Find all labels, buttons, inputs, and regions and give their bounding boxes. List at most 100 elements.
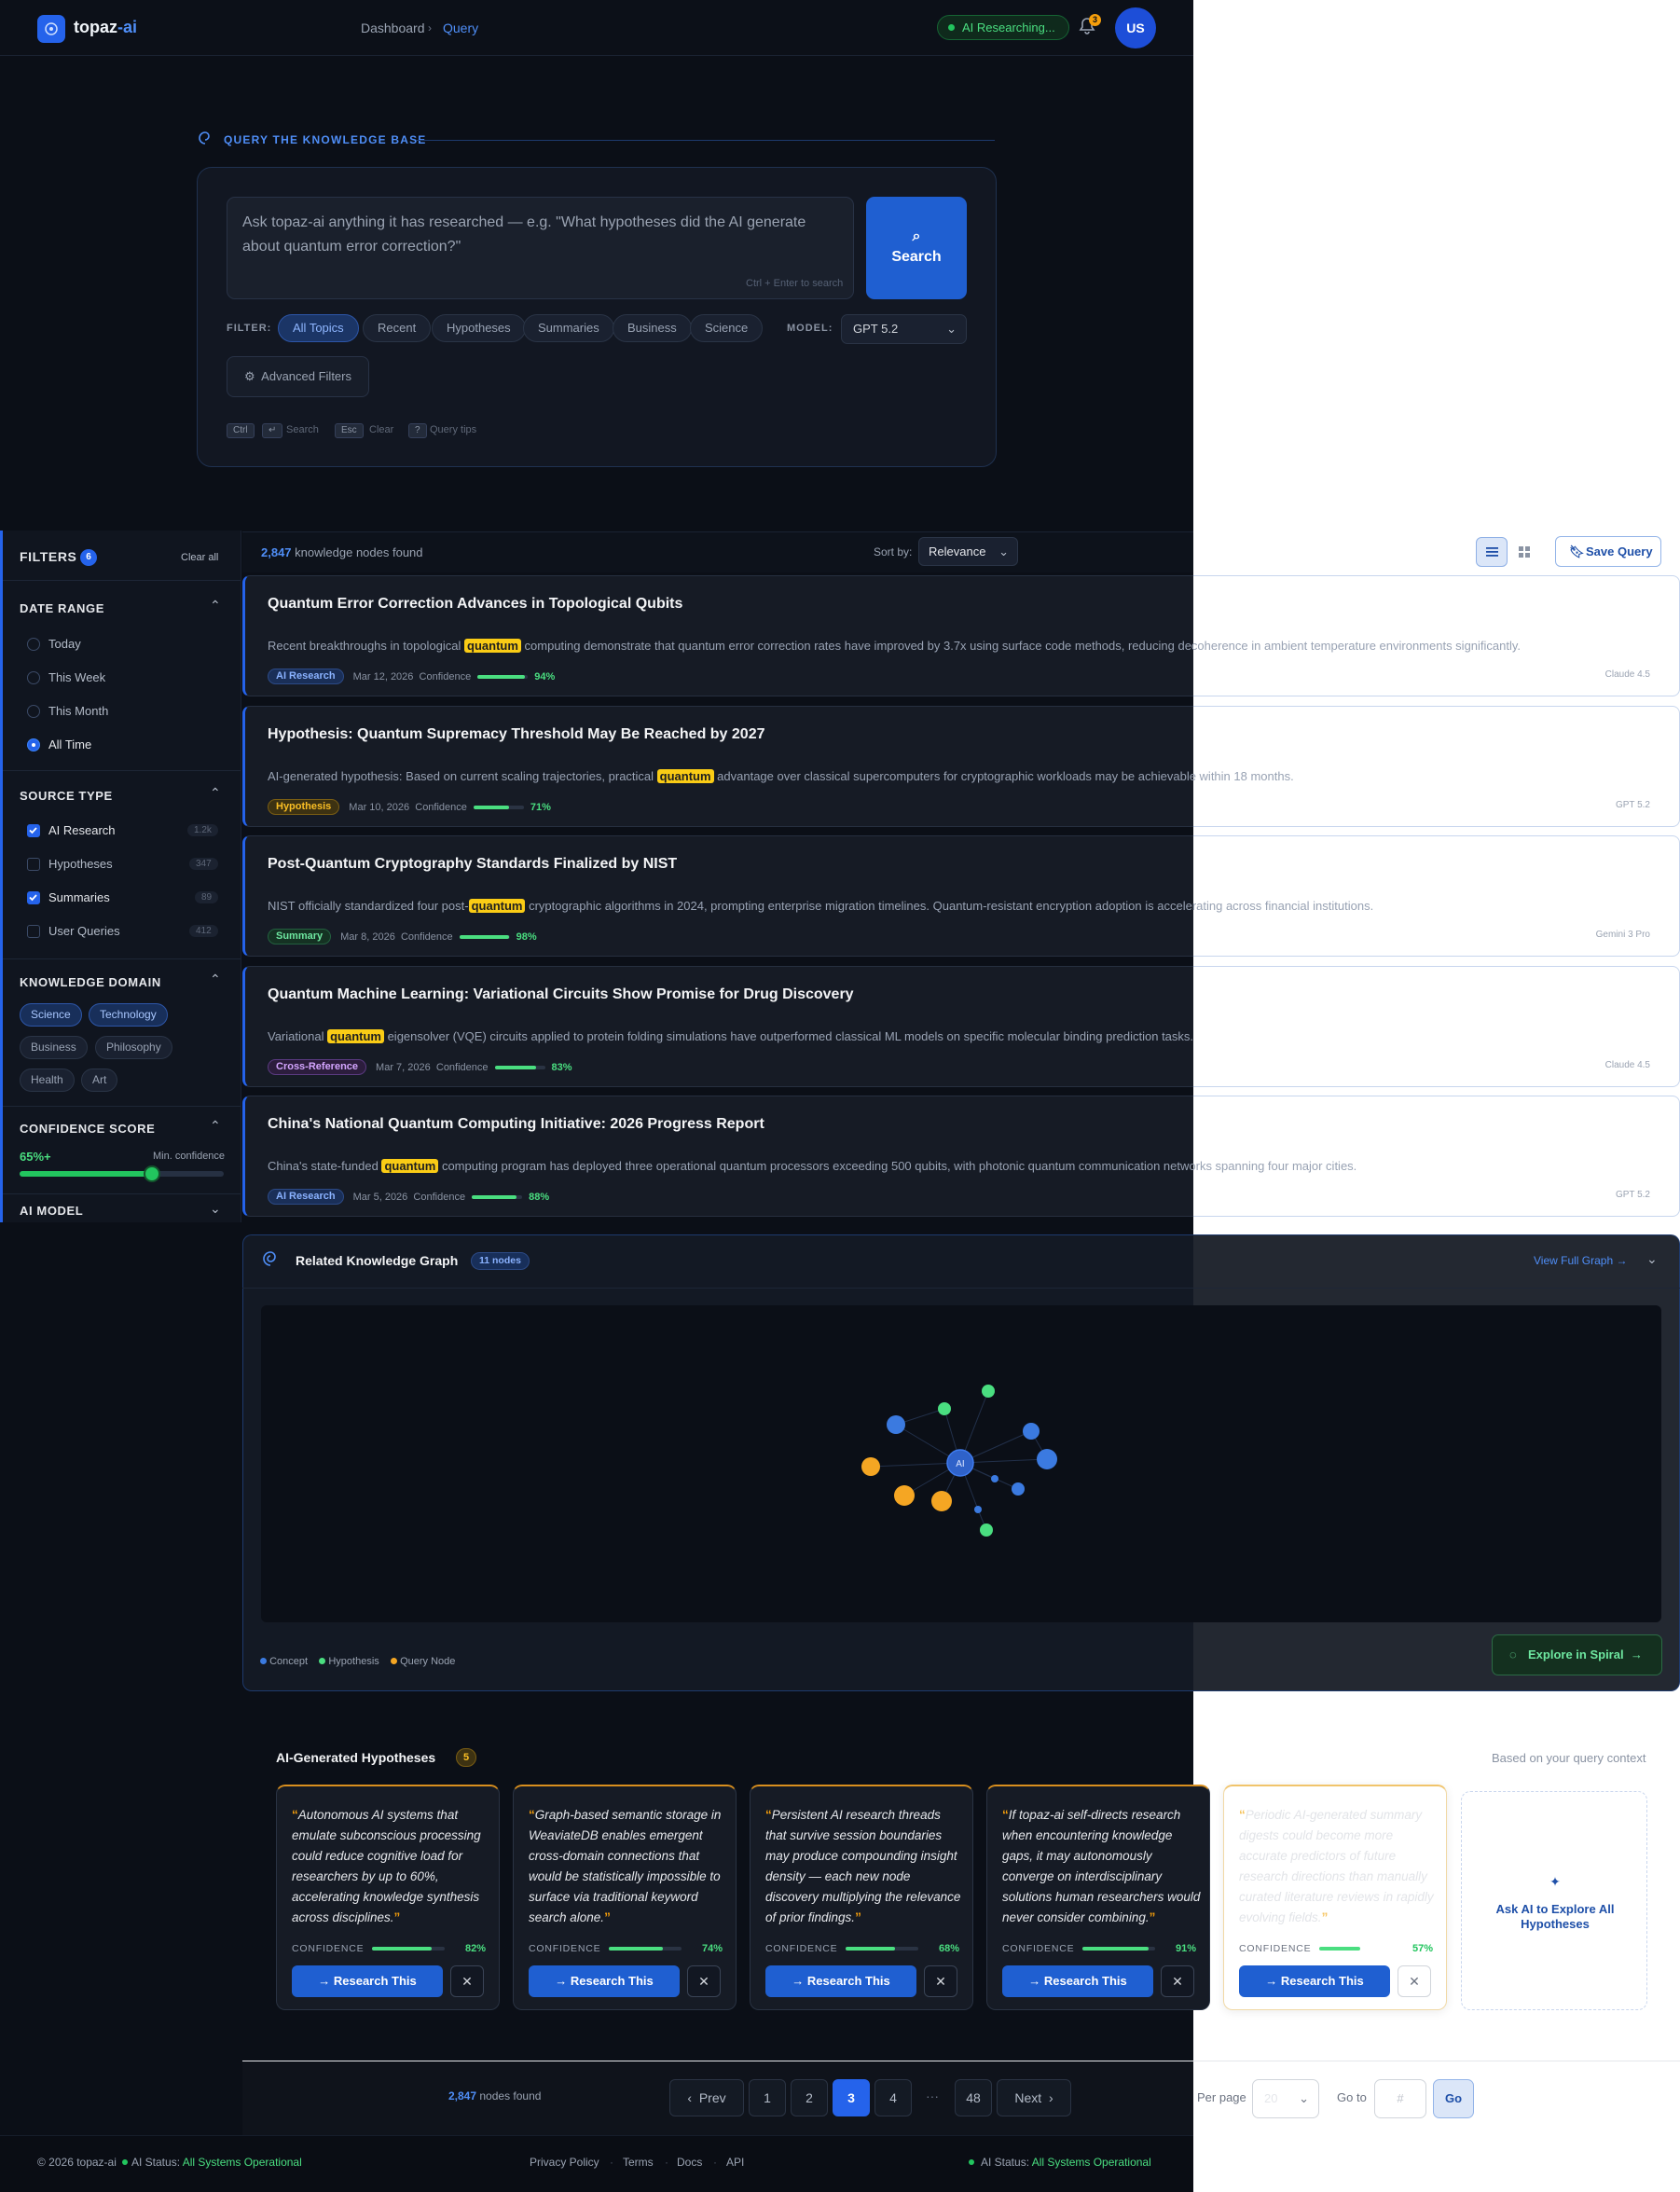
dismiss-icon[interactable]: ✕ bbox=[1398, 1965, 1431, 1997]
chevron-up-icon[interactable]: ⌃ bbox=[210, 785, 221, 801]
research-this-button[interactable]: → Research This bbox=[1002, 1965, 1153, 1997]
radio-this-week[interactable] bbox=[27, 671, 40, 684]
filter-chip-hypotheses[interactable]: Hypotheses bbox=[432, 314, 526, 342]
date-option-this-month[interactable]: This Month bbox=[48, 704, 108, 718]
page-button-1[interactable]: 1 bbox=[749, 2079, 786, 2116]
research-this-button[interactable]: → Research This bbox=[292, 1965, 443, 1997]
graph-node-query[interactable] bbox=[931, 1491, 952, 1511]
graph-node-query[interactable] bbox=[894, 1485, 915, 1506]
domain-chip-business[interactable]: Business bbox=[20, 1036, 88, 1059]
domain-chip-art[interactable]: Art bbox=[81, 1068, 118, 1092]
graph-node-concept[interactable] bbox=[1012, 1482, 1025, 1496]
page-button-3[interactable]: 3 bbox=[833, 2079, 870, 2116]
dismiss-icon[interactable]: ✕ bbox=[924, 1965, 957, 1997]
source-type-title[interactable]: SOURCE TYPE bbox=[20, 789, 113, 803]
graph-node-concept[interactable] bbox=[1037, 1449, 1057, 1469]
chevron-up-icon[interactable]: ⌃ bbox=[210, 972, 221, 987]
chevron-up-icon[interactable]: ⌃ bbox=[210, 598, 221, 613]
footer-link-privacy[interactable]: Privacy Policy bbox=[530, 2156, 599, 2169]
sort-select[interactable]: Relevance ⌄ bbox=[918, 537, 1018, 566]
confidence-slider-track[interactable] bbox=[20, 1165, 224, 1182]
dismiss-icon[interactable]: ✕ bbox=[687, 1965, 721, 1997]
dismiss-icon[interactable]: ✕ bbox=[1161, 1965, 1194, 1997]
filter-chip-all-topics[interactable]: All Topics bbox=[278, 314, 359, 342]
graph-node-hypothesis[interactable] bbox=[938, 1402, 951, 1415]
grid-view-icon[interactable] bbox=[1508, 537, 1540, 567]
domain-chip-technology[interactable]: Technology bbox=[89, 1003, 168, 1027]
user-avatar[interactable]: US bbox=[1115, 7, 1156, 48]
checkbox-summaries[interactable] bbox=[27, 891, 40, 904]
per-page-select[interactable]: 20 ⌄ bbox=[1252, 2079, 1319, 2118]
footer-link-terms[interactable]: Terms bbox=[623, 2156, 654, 2169]
result-title[interactable]: Quantum Machine Learning: Variational Ci… bbox=[268, 986, 854, 1003]
graph-node-concept[interactable] bbox=[991, 1475, 998, 1482]
chevron-down-icon[interactable]: ⌄ bbox=[210, 1201, 221, 1217]
chevron-up-icon[interactable]: ⌃ bbox=[210, 1118, 221, 1134]
checkbox-ai-research[interactable] bbox=[27, 824, 40, 837]
filter-chip-summaries[interactable]: Summaries bbox=[523, 314, 614, 342]
footer-link-api[interactable]: API bbox=[726, 2156, 744, 2169]
model-select[interactable]: GPT 5.2 ⌄ bbox=[841, 314, 967, 344]
breadcrumb-dashboard[interactable]: Dashboard bbox=[361, 21, 425, 35]
breadcrumb-query[interactable]: Query bbox=[443, 21, 478, 35]
research-this-button[interactable]: → Research This bbox=[1239, 1965, 1390, 1997]
date-range-title[interactable]: DATE RANGE bbox=[20, 601, 104, 615]
result-title[interactable]: Post-Quantum Cryptography Standards Fina… bbox=[268, 856, 677, 873]
knowledge-domain-title[interactable]: KNOWLEDGE DOMAIN bbox=[20, 975, 161, 989]
chevron-down-icon[interactable]: ⌄ bbox=[1646, 1251, 1658, 1267]
radio-this-month[interactable] bbox=[27, 705, 40, 718]
view-full-graph-link[interactable]: View Full Graph → bbox=[1534, 1254, 1628, 1267]
hypothesis-card[interactable]: “Periodic AI-generated summary digests c… bbox=[1223, 1785, 1447, 2010]
filter-chip-business[interactable]: Business bbox=[613, 314, 692, 342]
graph-node-query[interactable] bbox=[861, 1457, 880, 1476]
page-button-48[interactable]: 48 bbox=[955, 2079, 992, 2116]
date-option-today[interactable]: Today bbox=[48, 637, 81, 651]
hypothesis-card[interactable]: “If topaz-ai self-directs research when … bbox=[986, 1785, 1210, 2010]
checkbox-hypotheses[interactable] bbox=[27, 858, 40, 871]
research-this-button[interactable]: → Research This bbox=[529, 1965, 680, 1997]
explore-all-hypotheses-card[interactable]: ✦ Ask AI to Explore All Hypotheses bbox=[1461, 1791, 1647, 2010]
source-summaries[interactable]: Summaries bbox=[48, 890, 110, 904]
filter-chip-recent[interactable]: Recent bbox=[363, 314, 432, 342]
page-button-2[interactable]: 2 bbox=[791, 2079, 828, 2116]
graph-node-hypothesis[interactable] bbox=[980, 1523, 993, 1537]
result-card[interactable]: Quantum Error Correction Advances in Top… bbox=[242, 575, 1680, 696]
research-this-button[interactable]: → Research This bbox=[765, 1965, 916, 1997]
domain-chip-science[interactable]: Science bbox=[20, 1003, 82, 1027]
domain-chip-health[interactable]: Health bbox=[20, 1068, 75, 1092]
graph-node-hypothesis[interactable] bbox=[982, 1385, 995, 1398]
result-card[interactable]: Hypothesis: Quantum Supremacy Threshold … bbox=[242, 706, 1680, 827]
page-button-4[interactable]: 4 bbox=[874, 2079, 912, 2116]
result-title[interactable]: Quantum Error Correction Advances in Top… bbox=[268, 596, 682, 613]
hypothesis-card[interactable]: “Graph-based semantic storage in Weaviat… bbox=[513, 1785, 737, 2010]
clear-all-link[interactable]: Clear all bbox=[181, 552, 218, 563]
graph-node-concept[interactable] bbox=[1023, 1423, 1040, 1440]
save-query-button[interactable]: 🔖︎ Save Query bbox=[1555, 536, 1661, 567]
logo-text[interactable]: topaz-ai bbox=[74, 18, 137, 37]
radio-today[interactable] bbox=[27, 638, 40, 651]
checkbox-user-queries[interactable] bbox=[27, 925, 40, 938]
prev-page-button[interactable]: ‹ Prev bbox=[669, 2079, 744, 2116]
source-user-queries[interactable]: User Queries bbox=[48, 924, 120, 938]
source-ai-research[interactable]: AI Research bbox=[48, 823, 116, 837]
graph-node-concept[interactable] bbox=[974, 1506, 982, 1513]
hypothesis-card[interactable]: “Autonomous AI systems that emulate subc… bbox=[276, 1785, 500, 2010]
date-option-all-time[interactable]: All Time bbox=[48, 738, 91, 751]
footer-link-docs[interactable]: Docs bbox=[677, 2156, 702, 2169]
result-title[interactable]: China's National Quantum Computing Initi… bbox=[268, 1116, 764, 1133]
ai-model-title[interactable]: AI MODEL bbox=[20, 1204, 83, 1218]
next-page-button[interactable]: Next › bbox=[997, 2079, 1071, 2116]
search-button[interactable]: ⌕ Search bbox=[866, 197, 967, 299]
goto-input[interactable]: # bbox=[1374, 2079, 1426, 2118]
advanced-filters-button[interactable]: ⚙ Advanced Filters bbox=[227, 356, 369, 397]
graph-node-concept[interactable] bbox=[887, 1415, 905, 1434]
domain-chip-philosophy[interactable]: Philosophy bbox=[95, 1036, 172, 1059]
explore-in-spiral-button[interactable]: ◌ Explore in Spiral → bbox=[1492, 1634, 1662, 1675]
result-card[interactable]: China's National Quantum Computing Initi… bbox=[242, 1096, 1680, 1217]
source-hypotheses[interactable]: Hypotheses bbox=[48, 857, 113, 871]
ai-status-pill[interactable]: AI Researching... bbox=[937, 15, 1069, 40]
radio-all-time[interactable] bbox=[27, 738, 40, 751]
result-card[interactable]: Quantum Machine Learning: Variational Ci… bbox=[242, 966, 1680, 1087]
filter-chip-science[interactable]: Science bbox=[690, 314, 764, 342]
graph-canvas[interactable]: AI bbox=[261, 1305, 1661, 1622]
